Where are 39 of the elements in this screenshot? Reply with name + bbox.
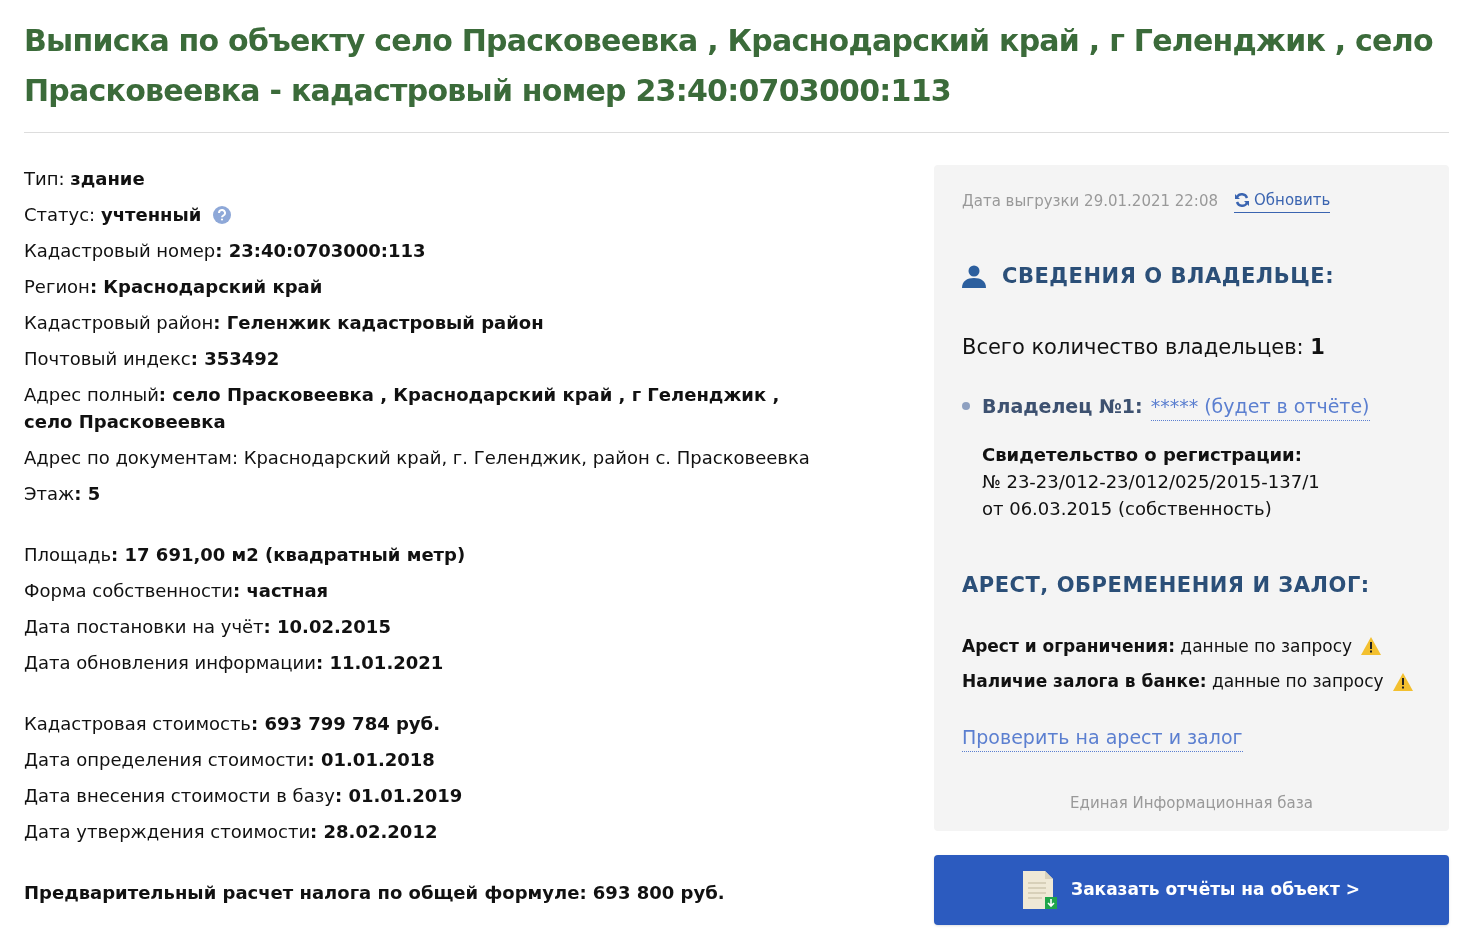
certificate-number: № 23-23/012-23/012/025/2015-137/1 bbox=[982, 470, 1321, 494]
field-text: Дата внесения стоимости в базу: 01.01.2019 bbox=[24, 784, 463, 808]
certificate-title: Свидетельство о регистрации: bbox=[982, 443, 1303, 467]
encumbrance-text: Наличие залога в банке: данные по запросу bbox=[962, 670, 1384, 693]
section-heading: АРЕСТ, ОБРЕМЕНЕНИЯ И ЗАЛОГ: bbox=[962, 572, 1371, 599]
field-text: Форма собственности: частная bbox=[24, 579, 329, 603]
field-text: Дата утверждения стоимости: 28.02.2012 bbox=[24, 820, 438, 844]
field-text: Кадастровый номер: 23:40:0703000:113 bbox=[24, 239, 426, 263]
page-title: Выписка по объекту село Прасковеевка , Краснодарский край , г Геленджик , село Прасковеевка - кадастровый номер 23:40:0703000:113 bbox=[24, 16, 1449, 133]
footer-text: Единая Информационная база bbox=[1069, 793, 1314, 814]
document-download-icon bbox=[1023, 870, 1060, 909]
bullet-icon bbox=[962, 402, 970, 411]
tax-estimate: Предварительный расчет налога по общей формуле: 693 800 руб. bbox=[24, 881, 726, 905]
owner-label: Владелец №1: bbox=[982, 394, 1143, 419]
section-heading: СВЕДЕНИЯ О ВЛАДЕЛЬЦЕ: bbox=[1002, 262, 1335, 290]
field-text: Дата обновления информации: 11.01.2021 bbox=[24, 651, 444, 675]
field-text: Тип: здание bbox=[24, 167, 145, 191]
person-icon bbox=[962, 264, 986, 289]
field-text: Дата определения стоимости: 01.01.2018 bbox=[24, 748, 435, 772]
owner-link[interactable]: ***** (будет в отчёте) bbox=[1150, 391, 1370, 421]
field-text: Адрес полный: село Прасковеевка , Краснодарский край , г Геленджик , село Прасковеевка bbox=[24, 383, 781, 434]
field-text: Дата постановки на учёт: 10.02.2015 bbox=[24, 615, 391, 639]
field-text: Этаж: 5 bbox=[24, 482, 101, 506]
field-text: Площадь: 17 691,00 м2 (квадратный метр) bbox=[24, 543, 466, 567]
owner-count: Всего количество владельцев: 1 bbox=[962, 334, 1326, 361]
field-text: Почтовый индекс: 353492 bbox=[24, 347, 280, 371]
field-text: Адрес по документам: Краснодарский край, г. Геленджик, район с. Прасковеевка bbox=[24, 446, 810, 470]
encumbrance-text: Арест и ограничения: данные по запросу bbox=[962, 634, 1353, 658]
field-text: Статус: учтенный bbox=[24, 203, 202, 227]
field-text: Регион: Краснодарский край bbox=[24, 275, 323, 299]
field-text: Кадастровая стоимость: 693 799 784 руб. bbox=[24, 712, 440, 736]
check-link[interactable]: Проверить на арест и залог bbox=[962, 722, 1243, 752]
refresh-link[interactable]: Обновить bbox=[1234, 189, 1331, 213]
help-icon[interactable] bbox=[213, 205, 232, 224]
export-date: Дата выгрузки 29.01.2021 22:08 bbox=[962, 190, 1218, 212]
refresh-icon bbox=[1234, 192, 1250, 209]
field-text: Кадастровый район: Геленжик кадастровый район bbox=[24, 311, 544, 335]
certificate-date: от 06.03.2015 (собственность) bbox=[982, 497, 1273, 521]
order-reports-button[interactable]: Заказать отчёты на объект > bbox=[934, 854, 1449, 925]
